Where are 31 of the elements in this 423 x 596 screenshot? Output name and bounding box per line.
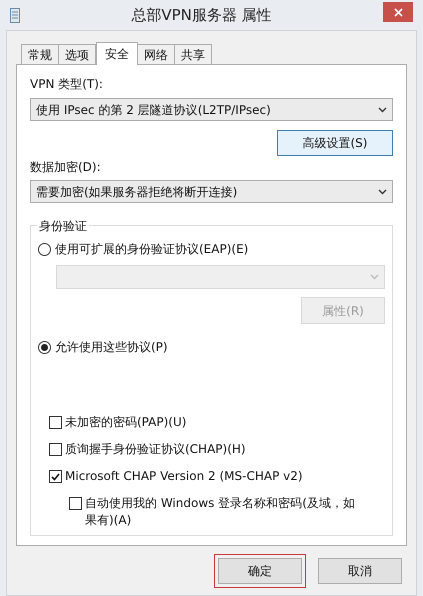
radio-button[interactable] xyxy=(38,340,51,354)
close-button[interactable] xyxy=(383,2,413,22)
field-label: VPN 类型(T): xyxy=(30,76,104,93)
group-title: 身份验证 xyxy=(37,217,89,235)
advanced-settings-button[interactable]: 高级设置(S) xyxy=(277,130,393,156)
vpn-type-dropdown[interactable]: 使用 IPsec 的第 2 层隧道协议(L2TP/IPsec) xyxy=(30,98,393,121)
caret-icon xyxy=(378,106,387,112)
checkbox[interactable] xyxy=(49,416,62,429)
radio-button[interactable] xyxy=(38,242,51,256)
checkbox[interactable] xyxy=(49,443,62,456)
close-icon xyxy=(394,8,402,16)
tab[interactable]: 选项 xyxy=(58,44,96,64)
checkbox[interactable] xyxy=(49,470,62,483)
document-icon xyxy=(10,8,20,22)
caret-icon xyxy=(378,188,387,194)
radio-label: 使用可扩展的身份验证协议(EAP)(E) xyxy=(55,241,248,258)
checkbox-label: 自动使用我的 Windows 登录名称和密码(及域，如果有)(A) xyxy=(85,495,356,529)
dialog-button[interactable]: 确定 xyxy=(214,554,306,588)
checkbox-label: Microsoft CHAP Version 2 (MS-CHAP v2) xyxy=(65,468,304,485)
checkbox-label: 质询握手身份验证协议(CHAP)(H) xyxy=(65,441,247,458)
check-icon xyxy=(51,472,60,480)
tab[interactable]: 安全 xyxy=(96,42,138,65)
tab[interactable]: 共享 xyxy=(174,44,212,64)
caret-icon xyxy=(370,274,379,280)
window-title: 总部VPN服务器 属性 xyxy=(130,4,273,26)
field-label: 数据加密(D): xyxy=(30,159,102,176)
checkbox[interactable] xyxy=(69,497,82,510)
checkbox-label: 未加密的密码(PAP)(U) xyxy=(65,414,188,431)
encryption-dropdown[interactable]: 需要加密(如果服务器拒绝将断开连接) xyxy=(30,180,393,203)
tab[interactable]: 常规 xyxy=(21,44,59,64)
radio-label: 允许使用这些协议(P) xyxy=(55,339,168,356)
